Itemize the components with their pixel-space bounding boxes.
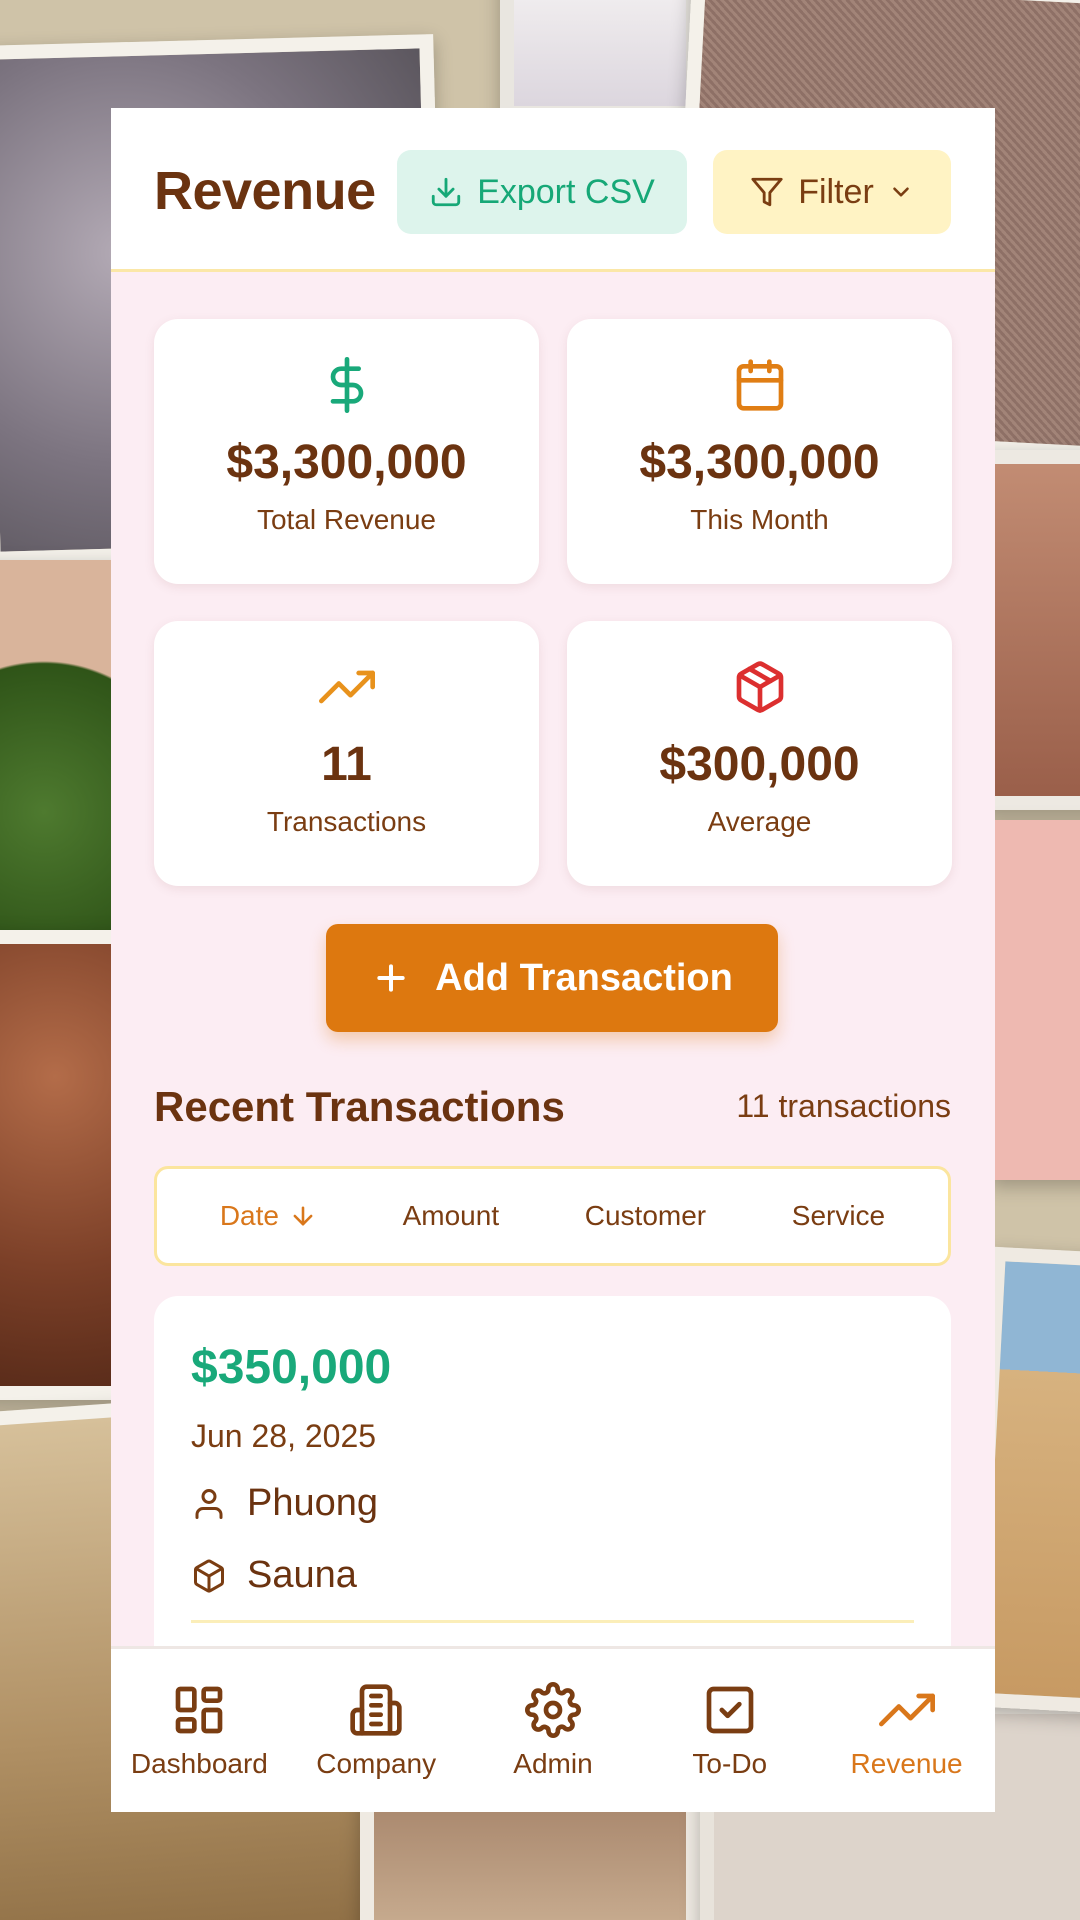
filter-dropdown-button[interactable]: Filter: [713, 150, 951, 234]
filter-label: Filter: [798, 172, 874, 211]
dollar-icon: [319, 357, 375, 413]
sort-amount-label: Amount: [402, 1200, 500, 1231]
sort-bar: Date Amount Customer Service: [154, 1166, 951, 1266]
sort-by-amount[interactable]: Amount: [403, 1200, 500, 1232]
transaction-amount: $350,000: [191, 1341, 392, 1394]
download-icon: [429, 175, 463, 209]
page-title: Revenue: [154, 161, 376, 221]
trending-up-icon: [878, 1682, 935, 1738]
trending-up-icon: [318, 659, 375, 715]
nav-dashboard[interactable]: Dashboard: [114, 1682, 284, 1780]
divider: [191, 1620, 914, 1623]
nav-revenue[interactable]: Revenue: [822, 1682, 992, 1780]
sort-by-customer[interactable]: Customer: [585, 1200, 706, 1232]
nav-label: Dashboard: [130, 1747, 268, 1779]
stat-label: This Month: [690, 504, 829, 535]
stat-value: $300,000: [659, 738, 860, 791]
recent-transactions-title: Recent Transactions: [154, 1083, 565, 1130]
nav-label: To-Do: [692, 1747, 768, 1779]
bottom-navigation: Dashboard Company Admin To-Do Revenue: [111, 1646, 995, 1812]
background-photo: [980, 450, 1080, 810]
chevron-down-icon: [888, 179, 914, 205]
checkbox-icon: [702, 1682, 758, 1738]
stat-value: $3,300,000: [639, 436, 880, 489]
stat-card-total-revenue: $3,300,000 Total Revenue: [154, 319, 539, 584]
sort-date-label: Date: [219, 1200, 279, 1231]
add-transaction-label: Add Transaction: [435, 956, 733, 999]
add-transaction-button[interactable]: Add Transaction: [326, 924, 778, 1032]
nav-label: Revenue: [850, 1747, 963, 1779]
calendar-icon: [732, 357, 788, 413]
nav-label: Admin: [513, 1747, 593, 1779]
stat-card-average: $300,000 Average: [567, 621, 952, 886]
stat-label: Transactions: [266, 806, 427, 837]
background-photo: [990, 820, 1080, 1180]
page-header: Revenue Export CSV Filter: [111, 108, 995, 272]
stat-label: Average: [707, 806, 812, 837]
transaction-customer: Phuong: [191, 1482, 378, 1525]
plus-icon: [371, 958, 411, 998]
export-csv-button[interactable]: Export CSV: [397, 150, 687, 234]
stat-value: 11: [321, 738, 372, 791]
transaction-service: Sauna: [191, 1554, 357, 1597]
service-name: Sauna: [247, 1554, 357, 1596]
export-csv-label: Export CSV: [477, 172, 655, 211]
gear-icon: [525, 1681, 581, 1738]
package-icon: [732, 659, 788, 715]
user-icon: [191, 1486, 227, 1522]
sort-customer-label: Customer: [584, 1200, 707, 1231]
transaction-count: 11 transactions: [736, 1088, 951, 1124]
arrow-down-icon: [289, 1202, 317, 1230]
revenue-app: Revenue Export CSV Filter $3,300,000 Tot…: [111, 108, 995, 1812]
customer-name: Phuong: [247, 1482, 379, 1524]
building-icon: [348, 1682, 404, 1738]
background-photo: [500, 0, 700, 120]
stat-label: Total Revenue: [256, 504, 436, 535]
stat-card-transactions: 11 Transactions: [154, 621, 539, 886]
nav-company[interactable]: Company: [291, 1682, 461, 1780]
sort-service-label: Service: [791, 1200, 886, 1231]
filter-icon: [750, 175, 784, 209]
stat-card-this-month: $3,300,000 This Month: [567, 319, 952, 584]
nav-todo[interactable]: To-Do: [645, 1682, 815, 1780]
dashboard-icon: [171, 1682, 227, 1738]
stat-value: $3,300,000: [226, 436, 467, 489]
sort-by-service[interactable]: Service: [792, 1200, 885, 1232]
sort-by-date[interactable]: Date: [220, 1200, 317, 1232]
nav-admin[interactable]: Admin: [468, 1681, 638, 1780]
nav-label: Company: [316, 1747, 437, 1779]
package-icon: [191, 1558, 227, 1594]
transaction-date: Jun 28, 2025: [191, 1418, 377, 1454]
